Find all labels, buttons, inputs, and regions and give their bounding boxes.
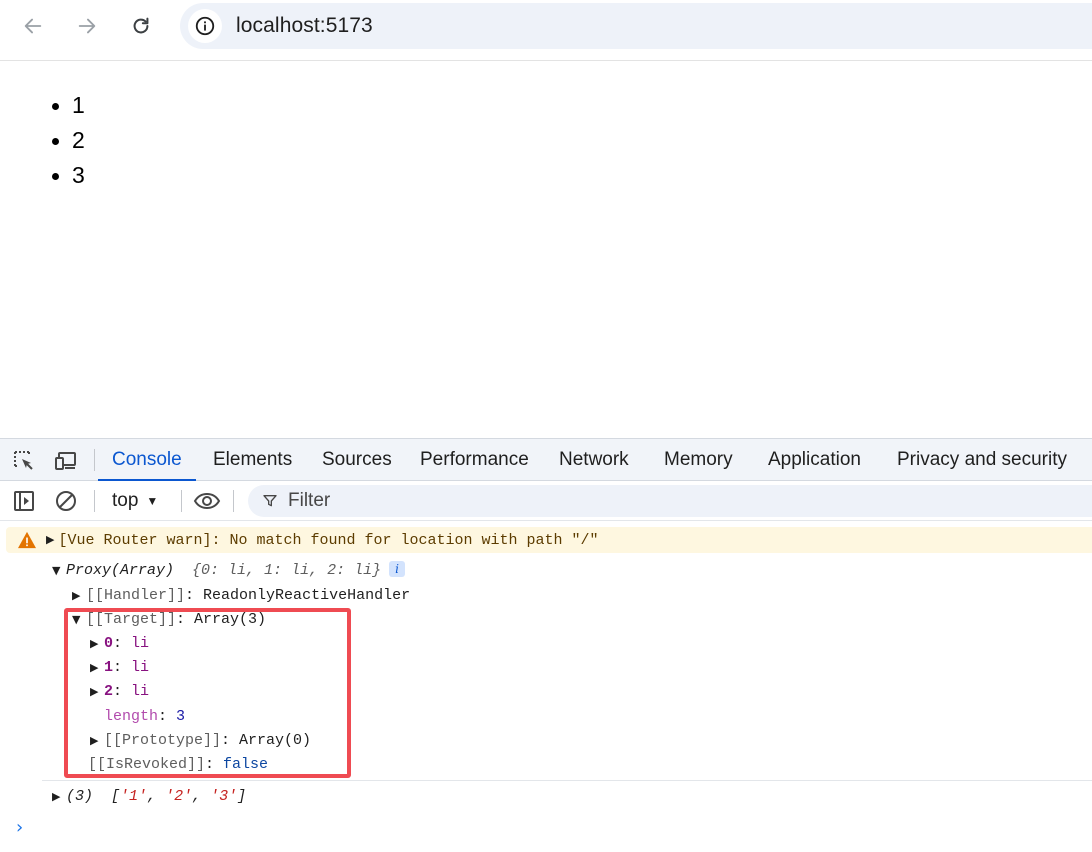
proxy-preview: {0: li, 1: li, 2: li} bbox=[192, 562, 382, 579]
filter-icon bbox=[263, 495, 277, 507]
list-item: 1 bbox=[72, 88, 85, 123]
expand-arrow-icon[interactable]: ▶ bbox=[72, 584, 86, 608]
tab-performance[interactable]: Performance bbox=[420, 439, 529, 481]
reload-button[interactable] bbox=[123, 8, 159, 44]
highlight-annotation-box bbox=[64, 608, 351, 778]
array-value: '3' bbox=[210, 788, 238, 805]
handler-value: ReadonlyReactiveHandler bbox=[203, 587, 411, 604]
toolbar-divider bbox=[94, 449, 95, 471]
console-toolbar: top ▼ Filter bbox=[0, 481, 1092, 521]
console-prompt-icon[interactable]: › bbox=[16, 817, 23, 838]
page-list: 1 2 3 bbox=[72, 88, 85, 193]
array-value: '2' bbox=[165, 788, 193, 805]
proxy-object-row[interactable]: ▼ Proxy(Array) {0: li, 1: li, 2: li} i bbox=[52, 559, 406, 583]
tab-sources[interactable]: Sources bbox=[322, 439, 392, 481]
warning-message: [Vue Router warn]: No match found for lo… bbox=[58, 531, 599, 549]
inspect-element-icon[interactable] bbox=[10, 447, 38, 475]
info-icon[interactable] bbox=[188, 9, 222, 43]
devtools-tabbar: Console Elements Sources Performance Net… bbox=[0, 439, 1092, 481]
context-label: top bbox=[112, 490, 139, 511]
tab-application[interactable]: Application bbox=[768, 439, 861, 481]
handler-key: [[Handler]] bbox=[86, 587, 186, 604]
back-button[interactable] bbox=[15, 8, 51, 44]
tab-memory[interactable]: Memory bbox=[664, 439, 733, 481]
info-badge-icon[interactable]: i bbox=[389, 561, 406, 577]
expand-arrow-icon[interactable]: ▶ bbox=[46, 533, 54, 547]
forward-button[interactable] bbox=[69, 8, 105, 44]
url-text[interactable]: localhost:5173 bbox=[236, 14, 373, 38]
filter-placeholder: Filter bbox=[288, 490, 331, 511]
browser-toolbar: localhost:5173 bbox=[0, 0, 1092, 61]
handler-row[interactable]: ▶ [[Handler]]: ReadonlyReactiveHandler bbox=[72, 584, 410, 608]
array-value: '1' bbox=[120, 788, 148, 805]
tab-privacy-and-security[interactable]: Privacy and security bbox=[897, 439, 1067, 481]
tab-elements[interactable]: Elements bbox=[213, 439, 292, 481]
live-expression-eye-icon[interactable] bbox=[192, 487, 222, 515]
tab-network[interactable]: Network bbox=[559, 439, 629, 481]
arrow-left-icon bbox=[24, 18, 42, 34]
array-count: (3) bbox=[66, 788, 94, 805]
arrow-right-icon bbox=[78, 18, 96, 34]
sidebar-toggle-icon[interactable] bbox=[10, 487, 38, 515]
context-selector[interactable]: top ▼ bbox=[104, 486, 166, 516]
toolbar-divider bbox=[94, 490, 95, 512]
collapse-arrow-icon[interactable]: ▼ bbox=[52, 559, 66, 583]
expand-arrow-icon[interactable]: ▶ bbox=[52, 785, 66, 809]
toolbar-divider bbox=[181, 490, 182, 512]
tab-console[interactable]: Console bbox=[98, 439, 196, 481]
list-item: 2 bbox=[72, 123, 85, 158]
array-log-row[interactable]: ▶ (3) ['1', '2', '3'] bbox=[52, 785, 246, 809]
console-divider bbox=[42, 780, 1092, 781]
proxy-label: Proxy(Array) bbox=[66, 562, 175, 579]
list-item: 3 bbox=[72, 158, 85, 193]
warning-icon bbox=[18, 531, 36, 549]
address-bar[interactable]: localhost:5173 bbox=[180, 3, 1092, 49]
reload-icon bbox=[133, 17, 149, 34]
caret-down-icon: ▼ bbox=[146, 494, 159, 508]
toolbar-divider bbox=[233, 490, 234, 512]
console-warning[interactable]: ▶ [Vue Router warn]: No match found for … bbox=[6, 527, 1092, 553]
filter-input[interactable]: Filter bbox=[248, 485, 1092, 517]
devtools-panel: Console Elements Sources Performance Net… bbox=[0, 438, 1092, 852]
device-toolbar-icon[interactable] bbox=[52, 447, 80, 475]
console-output: ▶ [Vue Router warn]: No match found for … bbox=[0, 521, 1092, 852]
clear-console-icon[interactable] bbox=[52, 487, 80, 515]
